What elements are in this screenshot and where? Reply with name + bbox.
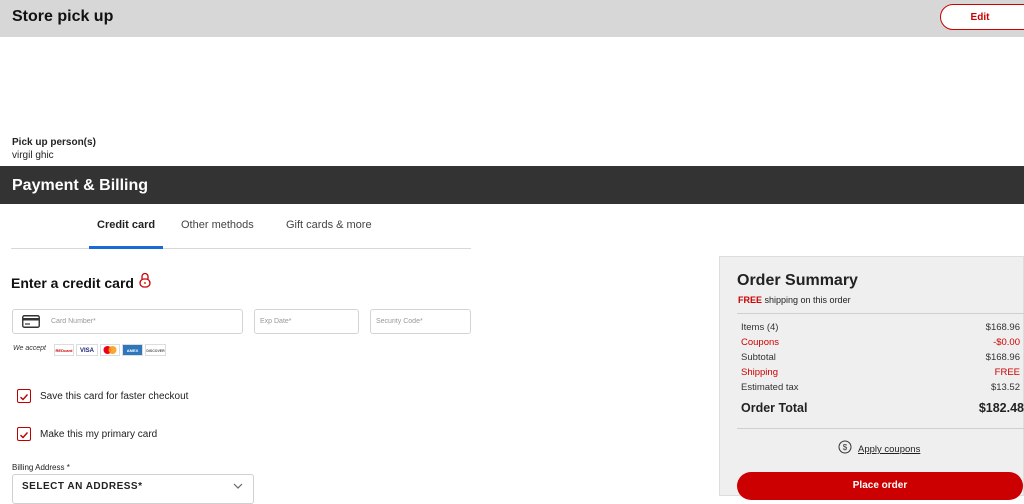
free-word: FREE: [738, 295, 763, 305]
visa-logo: VISA: [76, 344, 98, 356]
enter-credit-card-heading: Enter a credit card: [11, 275, 134, 291]
order-total-label: Order Total: [741, 401, 808, 415]
checkmark-icon: [20, 432, 29, 439]
card-number-input[interactable]: [13, 310, 242, 333]
security-code-input[interactable]: [371, 310, 470, 333]
active-tab-indicator: [89, 246, 163, 249]
chevron-down-icon: [233, 483, 243, 489]
store-pickup-title: Store pick up: [12, 8, 114, 25]
edit-button[interactable]: Edit: [940, 4, 1024, 30]
dollar-coin-icon: $: [838, 440, 852, 454]
discover-logo: DISCOVER: [145, 344, 166, 356]
tabs-divider: [11, 248, 471, 249]
amex-logo: AMEX: [122, 344, 143, 356]
mastercard-logo: [100, 344, 120, 356]
save-card-label: Save this card for faster checkout: [40, 391, 189, 402]
pickup-person-label: Pick up person(s): [12, 137, 96, 148]
estimated-tax-value: $13.52: [990, 382, 1020, 393]
credit-card-icon: [22, 315, 40, 328]
primary-card-label: Make this my primary card: [40, 429, 158, 440]
tab-gift-cards[interactable]: Gift cards & more: [286, 219, 372, 231]
security-code-field[interactable]: [370, 309, 471, 334]
exp-date-input[interactable]: [255, 310, 358, 333]
tab-other-methods[interactable]: Other methods: [181, 219, 254, 231]
pickup-person-name: virgil ghic: [12, 150, 54, 161]
apply-coupons-link[interactable]: Apply coupons: [858, 444, 920, 455]
summary-divider: [737, 428, 1024, 429]
save-card-checkbox[interactable]: [17, 389, 31, 403]
subtotal-value: $168.96: [985, 352, 1020, 363]
shipping-label: Shipping: [741, 367, 778, 378]
payment-billing-header: [0, 166, 1024, 204]
svg-text:$: $: [843, 443, 848, 452]
checkmark-icon: [20, 394, 29, 401]
order-total-value: $182.48: [978, 401, 1024, 415]
store-pickup-header: [0, 0, 1024, 37]
summary-divider: [737, 313, 1024, 314]
subtotal-label: Subtotal: [741, 352, 776, 363]
items-value: $168.96: [985, 322, 1020, 333]
free-shipping-note: FREE shipping on this order: [738, 295, 851, 305]
primary-card-checkbox[interactable]: [17, 427, 31, 441]
we-accept-label: We accept: [13, 345, 46, 352]
lock-icon: [139, 272, 151, 288]
billing-address-label: Billing Address *: [12, 463, 70, 472]
estimated-tax-label: Estimated tax: [741, 382, 799, 393]
payment-billing-title: Payment & Billing: [12, 177, 149, 194]
free-shipping-text: shipping on this order: [762, 295, 851, 305]
redcard-logo: REDcard: [54, 344, 74, 356]
coupons-label: Coupons: [741, 337, 780, 348]
billing-address-value: SELECT AN ADDRESS*: [22, 481, 143, 492]
tab-credit-card[interactable]: Credit card: [97, 219, 155, 231]
shipping-value: FREE: [994, 367, 1020, 378]
card-number-field[interactable]: [12, 309, 243, 334]
items-label: Items (4): [741, 322, 779, 333]
order-summary-title: Order Summary: [737, 272, 858, 289]
coupons-value: -$0.00: [993, 337, 1020, 348]
exp-date-field[interactable]: [254, 309, 359, 334]
